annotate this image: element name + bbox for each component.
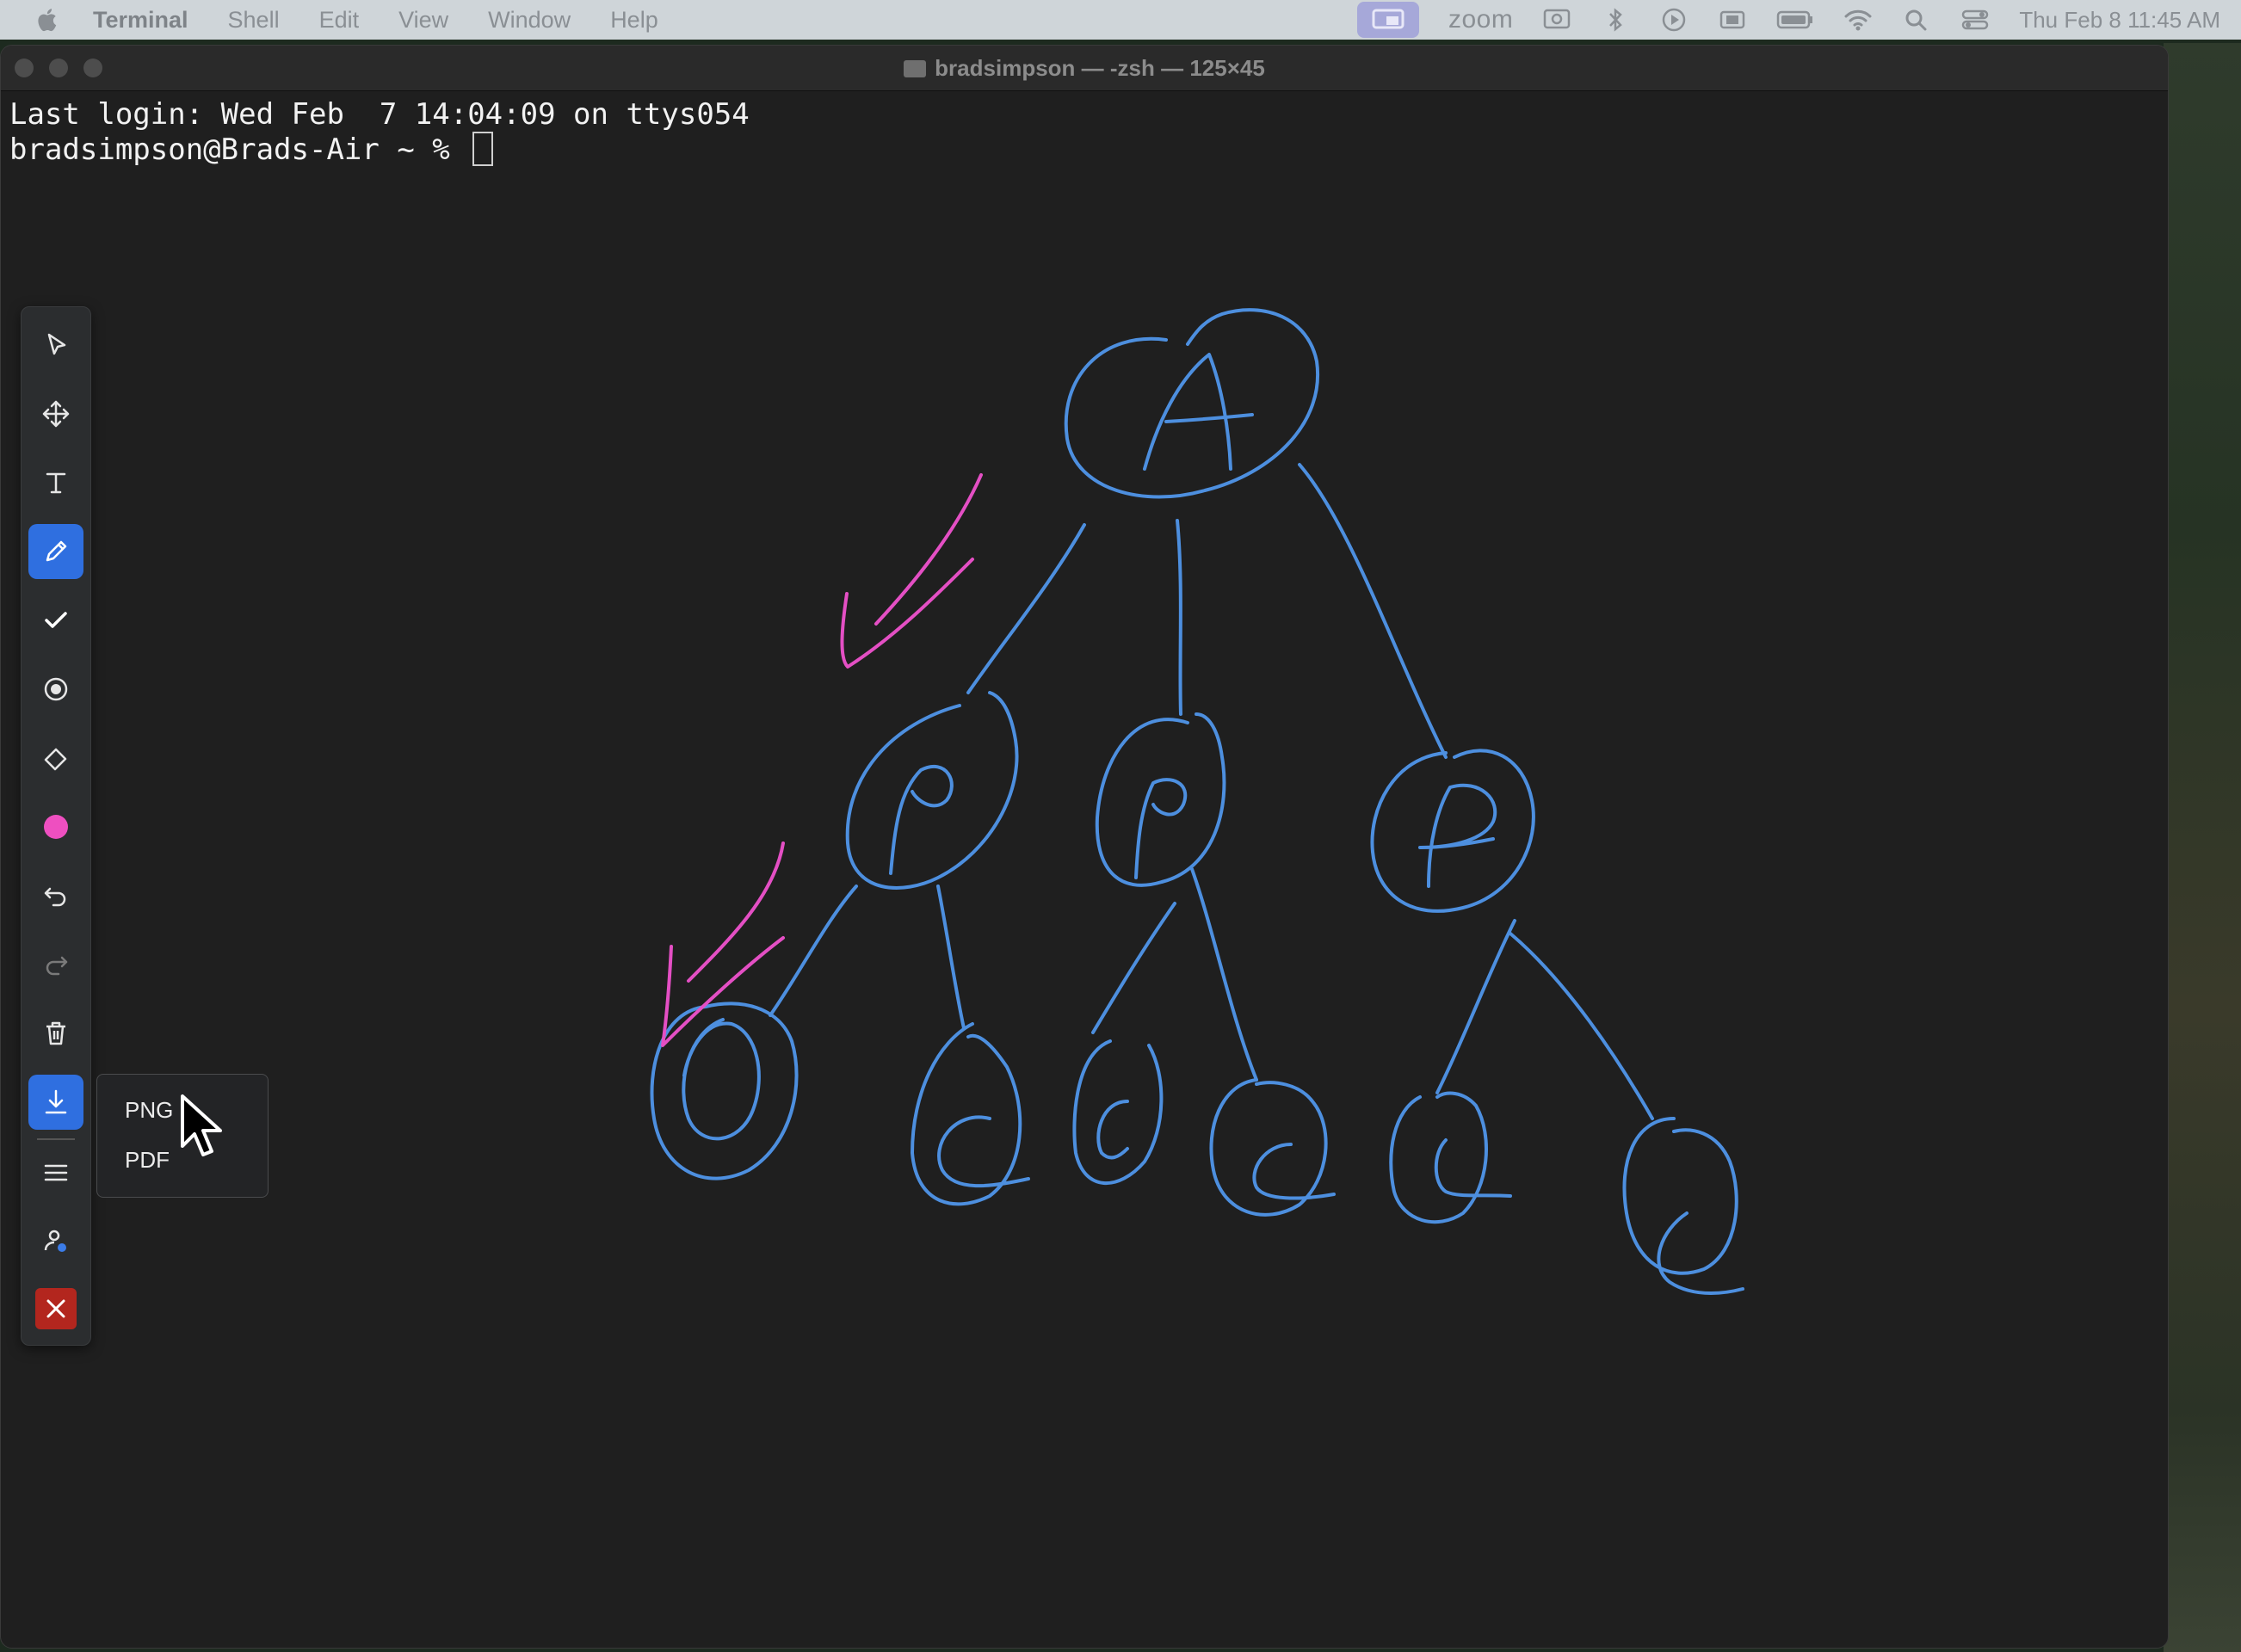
terminal-window: bradsimpson — -zsh — 125×45 Last login: …: [0, 45, 2169, 1649]
pen-tool-button[interactable]: [28, 524, 83, 579]
desktop-wallpaper: [2164, 43, 2241, 1652]
menu-view[interactable]: View: [398, 7, 448, 34]
window-titlebar[interactable]: bradsimpson — -zsh — 125×45: [1, 46, 2168, 91]
text-icon: [46, 472, 66, 494]
spotlight-search-icon[interactable]: [1902, 7, 1931, 33]
now-playing-icon[interactable]: [1659, 7, 1688, 33]
menu-button[interactable]: [28, 1145, 83, 1200]
folder-icon: [904, 60, 927, 77]
menu-help[interactable]: Help: [610, 7, 658, 34]
apple-icon[interactable]: [34, 6, 62, 34]
menubar-clock[interactable]: Thu Feb 8 11:45 AM: [2019, 7, 2220, 34]
stamp-check-tool-button[interactable]: [28, 593, 83, 648]
move-tool-button[interactable]: [28, 386, 83, 441]
window-title: bradsimpson — -zsh — 125×45: [1, 46, 2168, 90]
menu-edit[interactable]: Edit: [319, 7, 360, 34]
download-icon: [45, 1089, 67, 1114]
hamburger-icon: [44, 1164, 68, 1181]
download-button[interactable]: [28, 1075, 83, 1130]
checkmark-icon: [45, 612, 67, 628]
terminal-cursor: [472, 132, 494, 166]
export-pdf-option[interactable]: PDF: [125, 1147, 170, 1174]
pointer-icon: [47, 333, 66, 355]
toolbar-divider: [37, 1138, 75, 1140]
status-area: zoom Thu Feb 8 11:45 AM: [1356, 0, 2220, 40]
menu-window[interactable]: Window: [488, 7, 571, 34]
menu-bar: Terminal Shell Edit View Window Help zoo…: [0, 0, 2241, 40]
close-icon: [46, 1299, 65, 1318]
screen-share-icon[interactable]: [1356, 2, 1419, 38]
terminal-line: Last login: Wed Feb 7 14:04:09 on ttys05…: [9, 97, 750, 132]
undo-icon: [44, 887, 66, 907]
stage-manager-icon[interactable]: [1718, 7, 1747, 33]
person-icon: [44, 1230, 66, 1252]
redo-icon: [46, 956, 68, 976]
battery-icon[interactable]: [1776, 7, 1814, 33]
annotation-toolbar: [21, 306, 91, 1346]
export-png-option[interactable]: PNG: [125, 1097, 173, 1124]
close-annotation-button[interactable]: [35, 1288, 77, 1329]
terminal-prompt: bradsimpson@Brads-Air ~ %: [9, 133, 468, 167]
bluetooth-icon[interactable]: [1601, 7, 1630, 33]
screen-record-icon[interactable]: [1542, 7, 1571, 33]
menu-app-terminal[interactable]: Terminal: [93, 7, 188, 34]
wifi-icon[interactable]: [1843, 7, 1873, 33]
control-center-icon[interactable]: [1960, 7, 1990, 33]
eraser-tool-button[interactable]: [28, 730, 83, 786]
mouse-cursor-icon: [181, 1094, 222, 1156]
menu-shell[interactable]: Shell: [228, 7, 280, 34]
delete-button[interactable]: [28, 1006, 83, 1061]
zoom-status-item[interactable]: zoom: [1448, 5, 1513, 34]
participants-button[interactable]: [28, 1214, 83, 1269]
select-tool-button[interactable]: [28, 317, 83, 373]
move-arrows-icon: [42, 400, 70, 428]
text-tool-button[interactable]: [28, 455, 83, 510]
pencil-icon: [46, 540, 67, 562]
terminal-output[interactable]: Last login: Wed Feb 7 14:04:09 on ttys05…: [9, 97, 750, 167]
spotlight-icon: [44, 677, 68, 701]
eraser-icon: [44, 748, 67, 771]
color-picker-button[interactable]: [28, 799, 83, 854]
color-dot-icon: [44, 815, 68, 839]
redo-button[interactable]: [28, 937, 83, 992]
undo-button[interactable]: [28, 868, 83, 923]
trash-icon: [46, 1021, 65, 1045]
spotlight-tool-button[interactable]: [28, 662, 83, 717]
window-title-text: bradsimpson — -zsh — 125×45: [935, 55, 1265, 81]
